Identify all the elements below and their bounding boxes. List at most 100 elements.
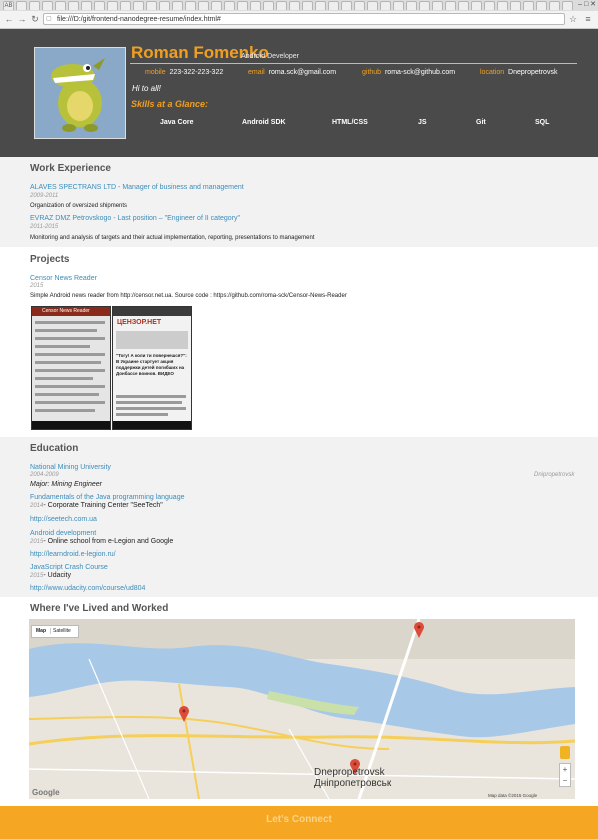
satellite-button[interactable]: Satellite: [50, 628, 73, 634]
browser-tab[interactable]: [406, 1, 417, 10]
browser-tab[interactable]: [432, 1, 443, 10]
screenshot-headline: "Тогу! А коли ти повернешся?": В Украине…: [116, 353, 187, 376]
browser-tab[interactable]: [159, 1, 170, 10]
browser-tab[interactable]: [107, 1, 118, 10]
header-divider: [130, 63, 577, 64]
address-bar[interactable]: file:///D:/git/frontend-nanodegree-resum…: [43, 13, 565, 25]
browser-tab[interactable]: [55, 1, 66, 10]
school-link[interactable]: National Mining University: [30, 464, 111, 471]
contact-mobile: mobile 223-322-223-322: [145, 69, 223, 76]
browser-tab[interactable]: [302, 1, 313, 10]
browser-tab[interactable]: [523, 1, 534, 10]
browser-tab[interactable]: [536, 1, 547, 10]
job-description: Organization of oversized shipments: [30, 203, 128, 209]
browser-tab[interactable]: [185, 1, 196, 10]
browser-tab[interactable]: [354, 1, 365, 10]
reload-icon[interactable]: ↻: [30, 14, 40, 24]
browser-tab[interactable]: [250, 1, 261, 10]
course-link[interactable]: Fundamentals of the Java programming lan…: [30, 494, 184, 501]
course-info: 2015- Online school from e-Legion and Go…: [30, 538, 173, 545]
contact-location: location Dnepropetrovsk: [480, 69, 557, 76]
browser-tab[interactable]: AB: [3, 1, 14, 10]
back-icon[interactable]: ←: [4, 14, 14, 24]
browser-tab[interactable]: [445, 1, 456, 10]
map-marker-icon[interactable]: [179, 706, 189, 724]
browser-tab[interactable]: [172, 1, 183, 10]
browser-tab[interactable]: [237, 1, 248, 10]
avatar: [34, 47, 126, 139]
browser-tab[interactable]: [419, 1, 430, 10]
browser-tab[interactable]: [393, 1, 404, 10]
browser-tab[interactable]: [29, 1, 40, 10]
zoom-out-button[interactable]: −: [560, 775, 570, 786]
browser-tab[interactable]: [549, 1, 560, 10]
browser-tab[interactable]: [276, 1, 287, 10]
browser-tab[interactable]: [289, 1, 300, 10]
browser-tab[interactable]: [16, 1, 27, 10]
browser-tab[interactable]: [380, 1, 391, 10]
browser-tab[interactable]: [68, 1, 79, 10]
contact-email: email roma.sck@gmail.com: [248, 69, 336, 76]
browser-tab[interactable]: [120, 1, 131, 10]
browser-tab[interactable]: [263, 1, 274, 10]
contact-github: github roma-sck@github.com: [362, 69, 455, 76]
browser-tab[interactable]: [133, 1, 144, 10]
lets-connect-heading[interactable]: Let's Connect: [0, 814, 598, 825]
browser-tab[interactable]: [458, 1, 469, 10]
browser-tab[interactable]: [146, 1, 157, 10]
pegman-icon[interactable]: [560, 746, 570, 759]
browser-tab[interactable]: [328, 1, 339, 10]
job-link[interactable]: EVRAZ DMZ Petrovskogo - Last position – …: [30, 215, 240, 222]
course-school: - Corporate Training Center "SeeTech": [43, 502, 163, 509]
browser-tab[interactable]: [211, 1, 222, 10]
browser-tab[interactable]: [315, 1, 326, 10]
browser-tab[interactable]: [94, 1, 105, 10]
browser-tab[interactable]: [510, 1, 521, 10]
browser-tab[interactable]: [341, 1, 352, 10]
menu-icon[interactable]: ≡: [583, 14, 593, 24]
browser-tab[interactable]: [42, 1, 53, 10]
course-school: - Udacity: [43, 572, 71, 579]
school-major: Major: Mining Engineer: [30, 481, 102, 488]
course-link[interactable]: JavaScript Crash Course: [30, 564, 108, 571]
contact-label: location: [480, 69, 505, 76]
section-title: Education: [30, 443, 79, 454]
course-url[interactable]: http://www.udacity.com/course/ud804: [30, 585, 145, 592]
project-screenshot: ЦЕНЗОР.НЕТ "Тогу! А коли ти повернешся?"…: [112, 306, 192, 430]
role-label: Android Developer: [241, 53, 299, 60]
browser-tab[interactable]: [471, 1, 482, 10]
school-dates: 2004-2009: [30, 472, 59, 478]
map-button[interactable]: Map: [32, 628, 50, 634]
zoom-control: + −: [559, 763, 571, 787]
browser-tab[interactable]: [224, 1, 235, 10]
browser-tab[interactable]: [81, 1, 92, 10]
map[interactable]: [29, 619, 575, 799]
bookmark-star-icon[interactable]: ☆: [568, 14, 578, 24]
contact-value: 223-322-223-322: [169, 69, 224, 76]
browser-tab[interactable]: [484, 1, 495, 10]
browser-tab[interactable]: [198, 1, 209, 10]
forward-icon[interactable]: →: [17, 14, 27, 24]
screenshot-logo: ЦЕНЗОР.НЕТ: [117, 319, 162, 326]
course-school: - Online school from e-Legion and Google: [43, 538, 174, 545]
skill-item: HTML/CSS: [332, 119, 368, 126]
map-marker-icon[interactable]: [414, 622, 424, 640]
browser-tab[interactable]: [497, 1, 508, 10]
course-url[interactable]: http://learndroid.e-legion.ru/: [30, 551, 116, 558]
window-controls[interactable]: – □ ✕: [578, 0, 596, 8]
map-city-label-local: Дніпропетровськ: [314, 778, 392, 789]
course-url[interactable]: http://seetech.com.ua: [30, 516, 97, 523]
course-link[interactable]: Android development: [30, 530, 96, 537]
browser-tab[interactable]: [562, 1, 573, 10]
contact-value: roma-sck@github.com: [384, 69, 456, 76]
zoom-in-button[interactable]: +: [560, 764, 570, 775]
page-icon: ▢: [46, 16, 52, 22]
section-title: Work Experience: [30, 163, 111, 174]
contact-label: mobile: [145, 69, 166, 76]
browser-tab[interactable]: [367, 1, 378, 10]
project-link[interactable]: Censor News Reader: [30, 275, 97, 282]
contact-value: roma.sck@gmail.com: [268, 69, 337, 76]
job-description: Monitoring and analysis of targets and t…: [30, 235, 315, 241]
project-screenshot: Censor News Reader: [31, 306, 111, 430]
job-link[interactable]: ALAVES SPECTRANS LTD - Manager of busine…: [30, 184, 244, 191]
